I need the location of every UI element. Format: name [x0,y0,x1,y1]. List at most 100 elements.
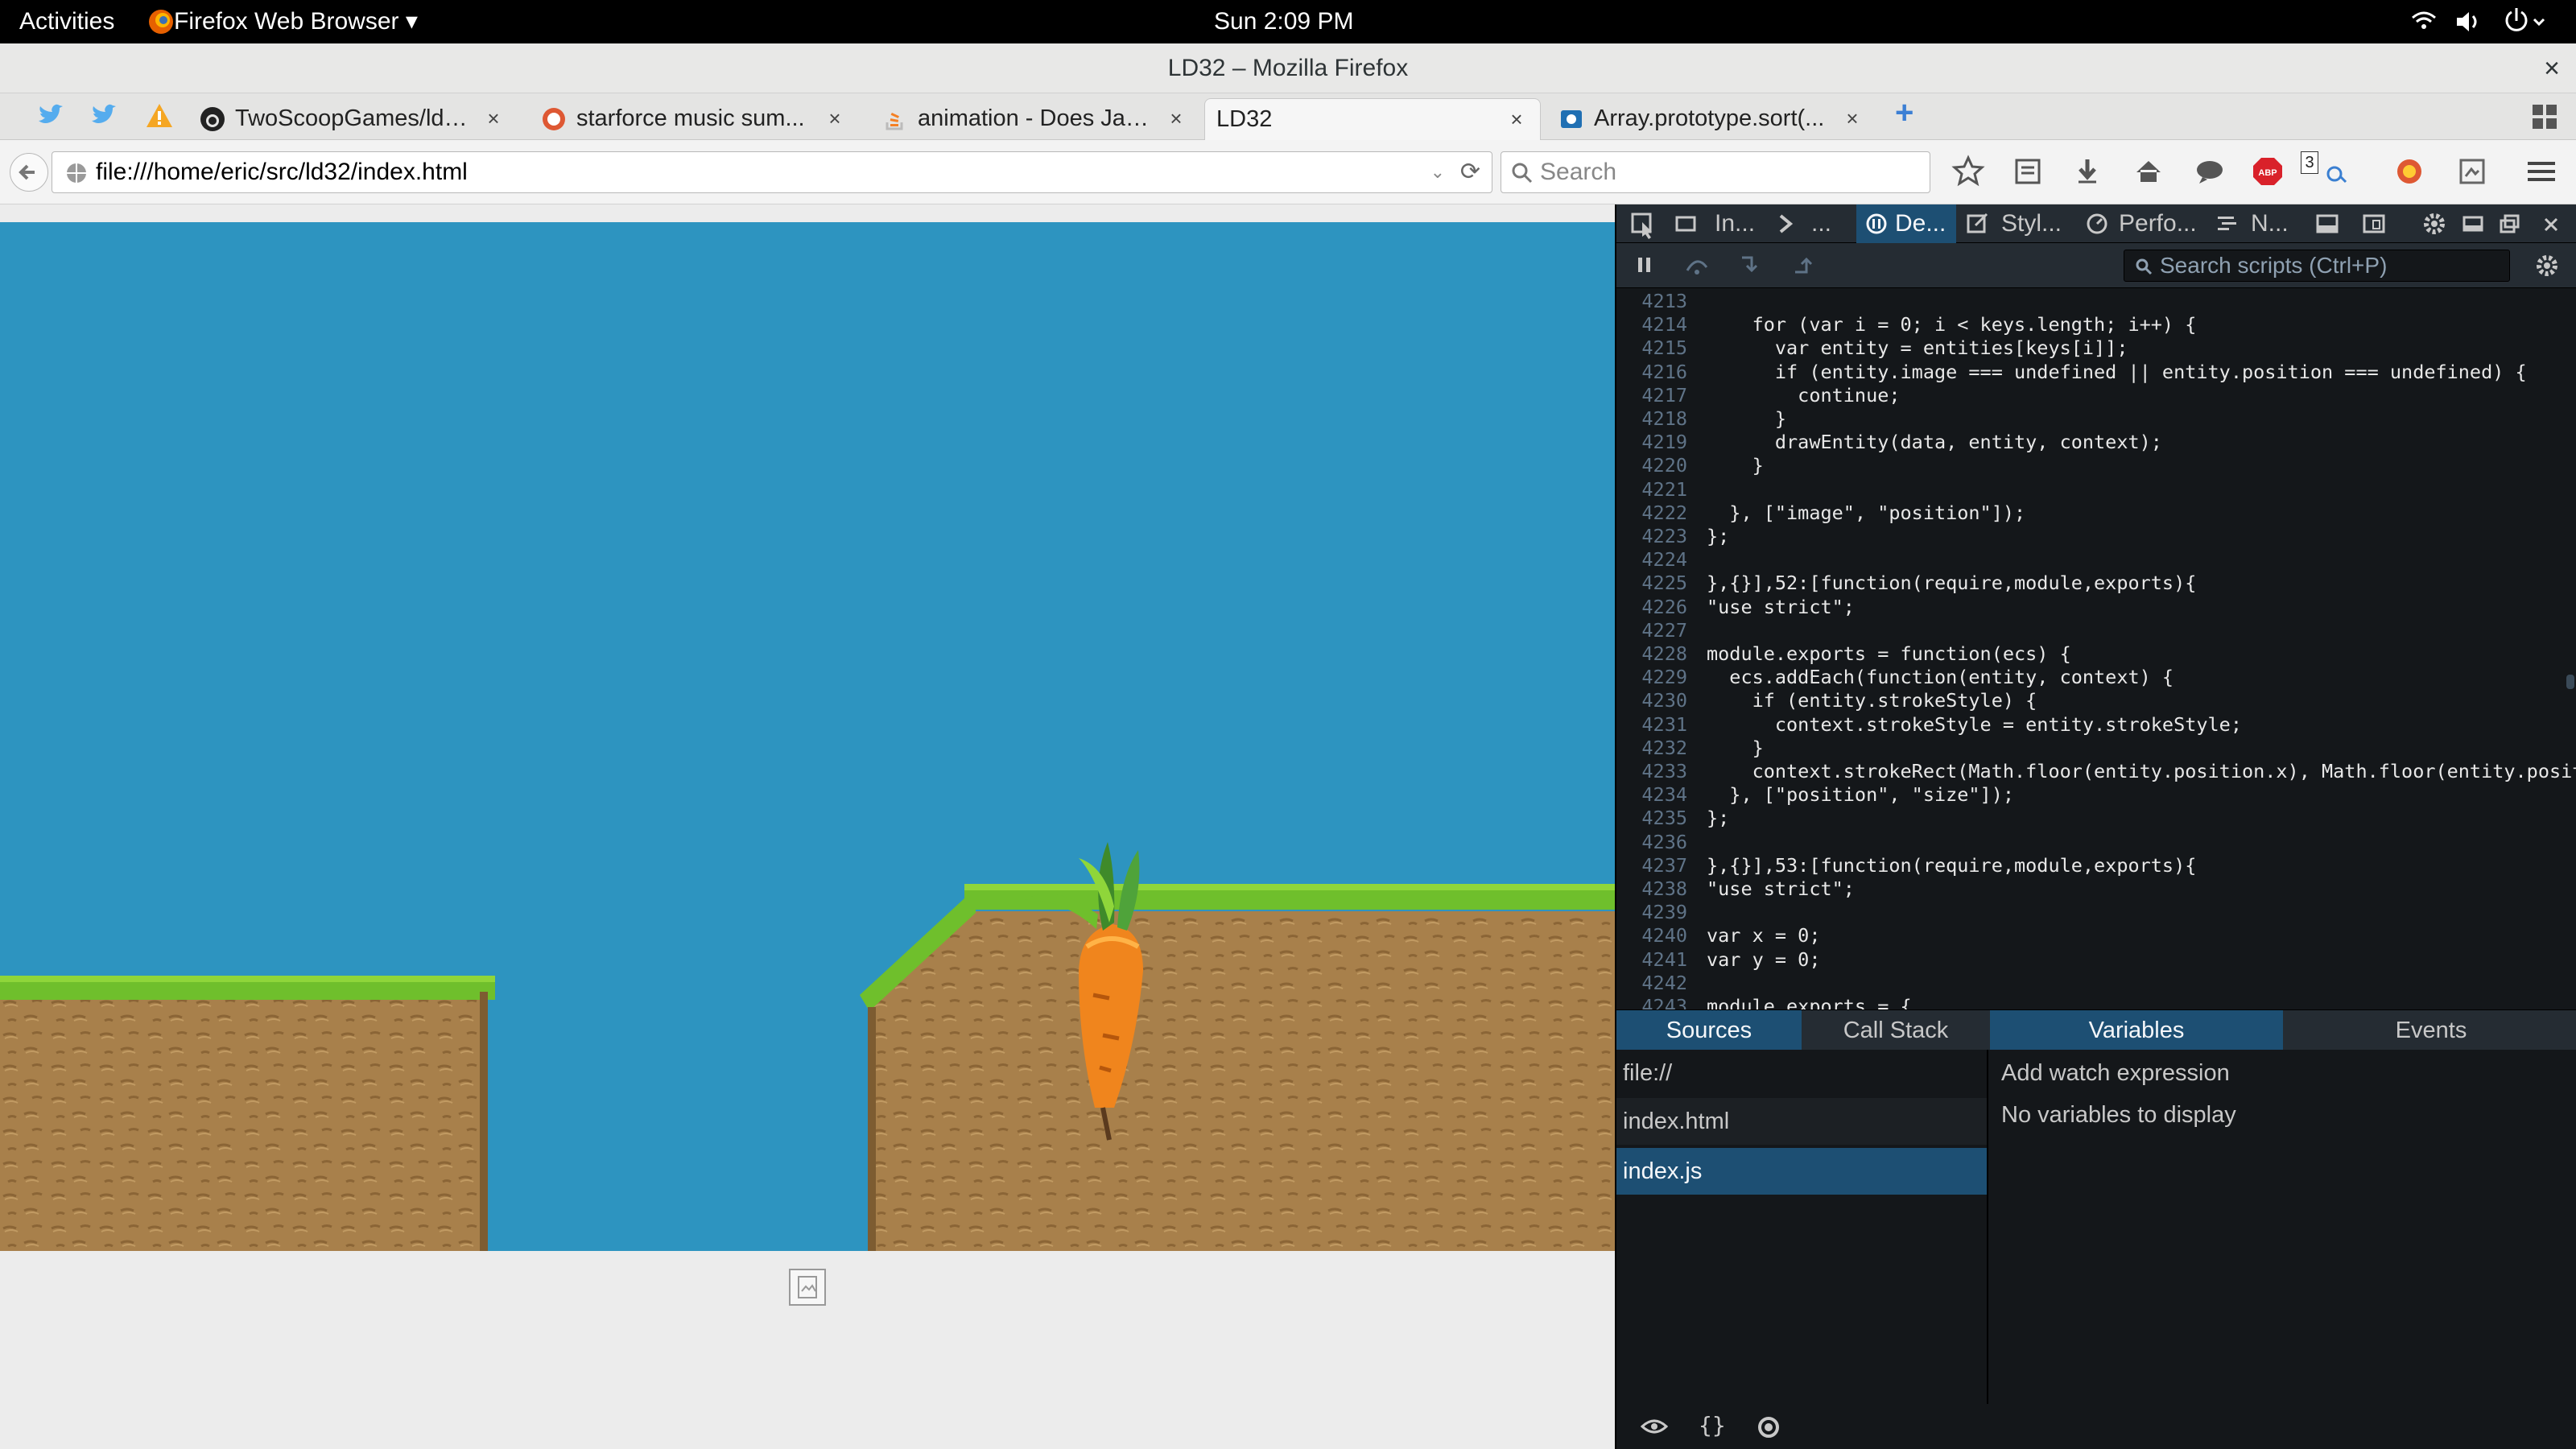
tab-close-icon[interactable]: × [1162,105,1190,132]
step-out-icon[interactable] [1792,253,1819,281]
tab-starforce[interactable]: starforce music sum... × [531,98,858,140]
line-number[interactable]: 4228 [1616,642,1700,665]
tab-array-sort[interactable]: Array.prototype.sort(... × [1549,98,1876,140]
close-devtools-icon[interactable] [2541,204,2563,243]
dock-bottom-icon[interactable] [2462,204,2484,243]
tab-close-icon[interactable]: × [1839,105,1866,132]
tab-animation[interactable]: animation - Does Jav... × [873,98,1199,140]
debugger-options-gear-icon[interactable] [2534,253,2560,283]
adblock-icon[interactable]: ABP [2249,153,2288,192]
line-number[interactable]: 4222 [1616,502,1700,524]
line-number[interactable]: 4217 [1616,384,1700,407]
undock-window-icon[interactable] [2499,204,2521,243]
line-number[interactable]: 4227 [1616,619,1700,642]
line-number[interactable]: 4234 [1616,783,1700,806]
settings-gear-icon[interactable] [2421,204,2447,243]
tab-performance[interactable]: Perfo... [2085,204,2197,243]
tab-network[interactable]: N... [2215,204,2289,243]
line-number[interactable]: 4235 [1616,807,1700,829]
line-number[interactable]: 4241 [1616,948,1700,971]
bookmark-star-icon[interactable] [1950,153,1988,192]
volume-icon[interactable] [2454,0,2483,43]
line-number[interactable]: 4225 [1616,572,1700,594]
url-bar[interactable]: file:///home/eric/src/ld32/index.html ⌄ … [52,151,1492,193]
search-bar[interactable]: Search [1501,151,1930,193]
source-file-index-html[interactable]: index.html [1616,1098,1987,1145]
line-number[interactable]: 4239 [1616,901,1700,923]
new-tab-button[interactable]: + [1895,95,1913,131]
tab-close-icon[interactable]: × [480,105,507,132]
line-number[interactable]: 4230 [1616,689,1700,712]
responsive-design-icon[interactable] [2362,204,2386,243]
url-text[interactable]: file:///home/eric/src/ld32/index.html [96,152,468,192]
step-in-icon[interactable] [1737,253,1765,281]
line-number[interactable]: 4233 [1616,760,1700,782]
step-over-icon[interactable] [1684,253,1711,281]
extension-icon[interactable] [2318,153,2357,192]
line-number[interactable]: 4232 [1616,737,1700,759]
source-group-file[interactable]: file:// [1616,1050,1987,1096]
tab-events[interactable]: Events [2285,1010,2576,1051]
pause-icon[interactable] [1633,253,1657,281]
clock[interactable]: Sun 2:09 PM [1214,0,1353,43]
tab-ld32[interactable]: LD32 × [1204,98,1541,140]
back-button[interactable] [10,153,48,192]
twitter-pinned-tab-2[interactable] [89,101,118,134]
blackbox-eye-icon[interactable] [1640,1415,1669,1442]
line-number[interactable]: 4224 [1616,548,1700,571]
tab-groups-icon[interactable] [2531,103,2558,134]
tab-variables[interactable]: Variables [1990,1010,2283,1051]
downloads-icon[interactable] [2069,153,2107,192]
line-number[interactable]: 4236 [1616,831,1700,853]
line-number[interactable]: 4218 [1616,407,1700,430]
tab-close-icon[interactable]: × [1503,105,1530,133]
power-menu-icon[interactable] [2502,0,2550,43]
tab-sources[interactable]: Sources [1616,1010,1802,1051]
warning-pinned-tab[interactable] [145,101,174,134]
source-file-index-js[interactable]: index.js [1616,1148,1987,1195]
tab-debugger[interactable]: De... [1856,204,1956,243]
tab-twoscoopgames[interactable]: TwoScoopGames/ld32 × [190,98,517,140]
line-number[interactable]: 4215 [1616,336,1700,359]
tab-call-stack[interactable]: Call Stack [1803,1010,1988,1051]
editor-scrollbar-thumb[interactable] [2566,675,2574,689]
split-console-icon[interactable] [2315,204,2339,243]
line-number[interactable]: 4237 [1616,854,1700,877]
tab-inspector[interactable]: In... [1674,204,1755,243]
search-scripts-input[interactable]: Search scripts (Ctrl+P) [2124,250,2510,282]
add-watch-expression[interactable]: Add watch expression [2001,1050,2230,1096]
tab-console[interactable]: ... [1776,204,1831,243]
screenshot-icon[interactable] [2454,153,2492,192]
chat-icon[interactable] [2191,153,2230,192]
line-number[interactable]: 4243 [1616,995,1700,1009]
breakpoint-toggle-icon[interactable] [1757,1415,1781,1443]
reload-icon[interactable]: ⟳ [1460,152,1480,192]
line-number[interactable]: 4238 [1616,877,1700,900]
hamburger-menu-icon[interactable] [2523,153,2562,192]
notification-badge[interactable]: 3 [2301,151,2318,174]
tab-close-icon[interactable]: × [821,105,848,132]
activities-button[interactable]: Activities [19,0,114,43]
line-number[interactable]: 4216 [1616,361,1700,383]
tab-style-editor[interactable]: Styl... [1966,204,2062,243]
line-number[interactable]: 4229 [1616,666,1700,688]
line-number[interactable]: 4242 [1616,972,1700,994]
app-menu[interactable]: Firefox Web Browser ▾ [174,0,418,43]
bookmarks-menu-icon[interactable] [2009,153,2048,192]
twitter-pinned-tab[interactable] [35,101,64,134]
wifi-icon[interactable] [2410,0,2438,43]
url-history-dropdown-icon[interactable]: ⌄ [1430,152,1445,192]
line-number[interactable]: 4231 [1616,713,1700,736]
line-number[interactable]: 4240 [1616,924,1700,947]
line-number[interactable]: 4220 [1616,454,1700,477]
window-close-button[interactable]: × [2544,43,2560,93]
line-number[interactable]: 4219 [1616,431,1700,453]
line-number[interactable]: 4213 [1616,290,1700,312]
line-number[interactable]: 4226 [1616,596,1700,618]
duckduckgo-toolbar-icon[interactable] [2391,153,2429,192]
line-number[interactable]: 4214 [1616,313,1700,336]
pretty-print-button[interactable]: {} [1699,1412,1726,1439]
line-number[interactable]: 4221 [1616,478,1700,501]
home-icon[interactable] [2130,153,2169,192]
source-editor[interactable]: 4213 4214 for (var i = 0; i < keys.length… [1616,288,2576,1009]
